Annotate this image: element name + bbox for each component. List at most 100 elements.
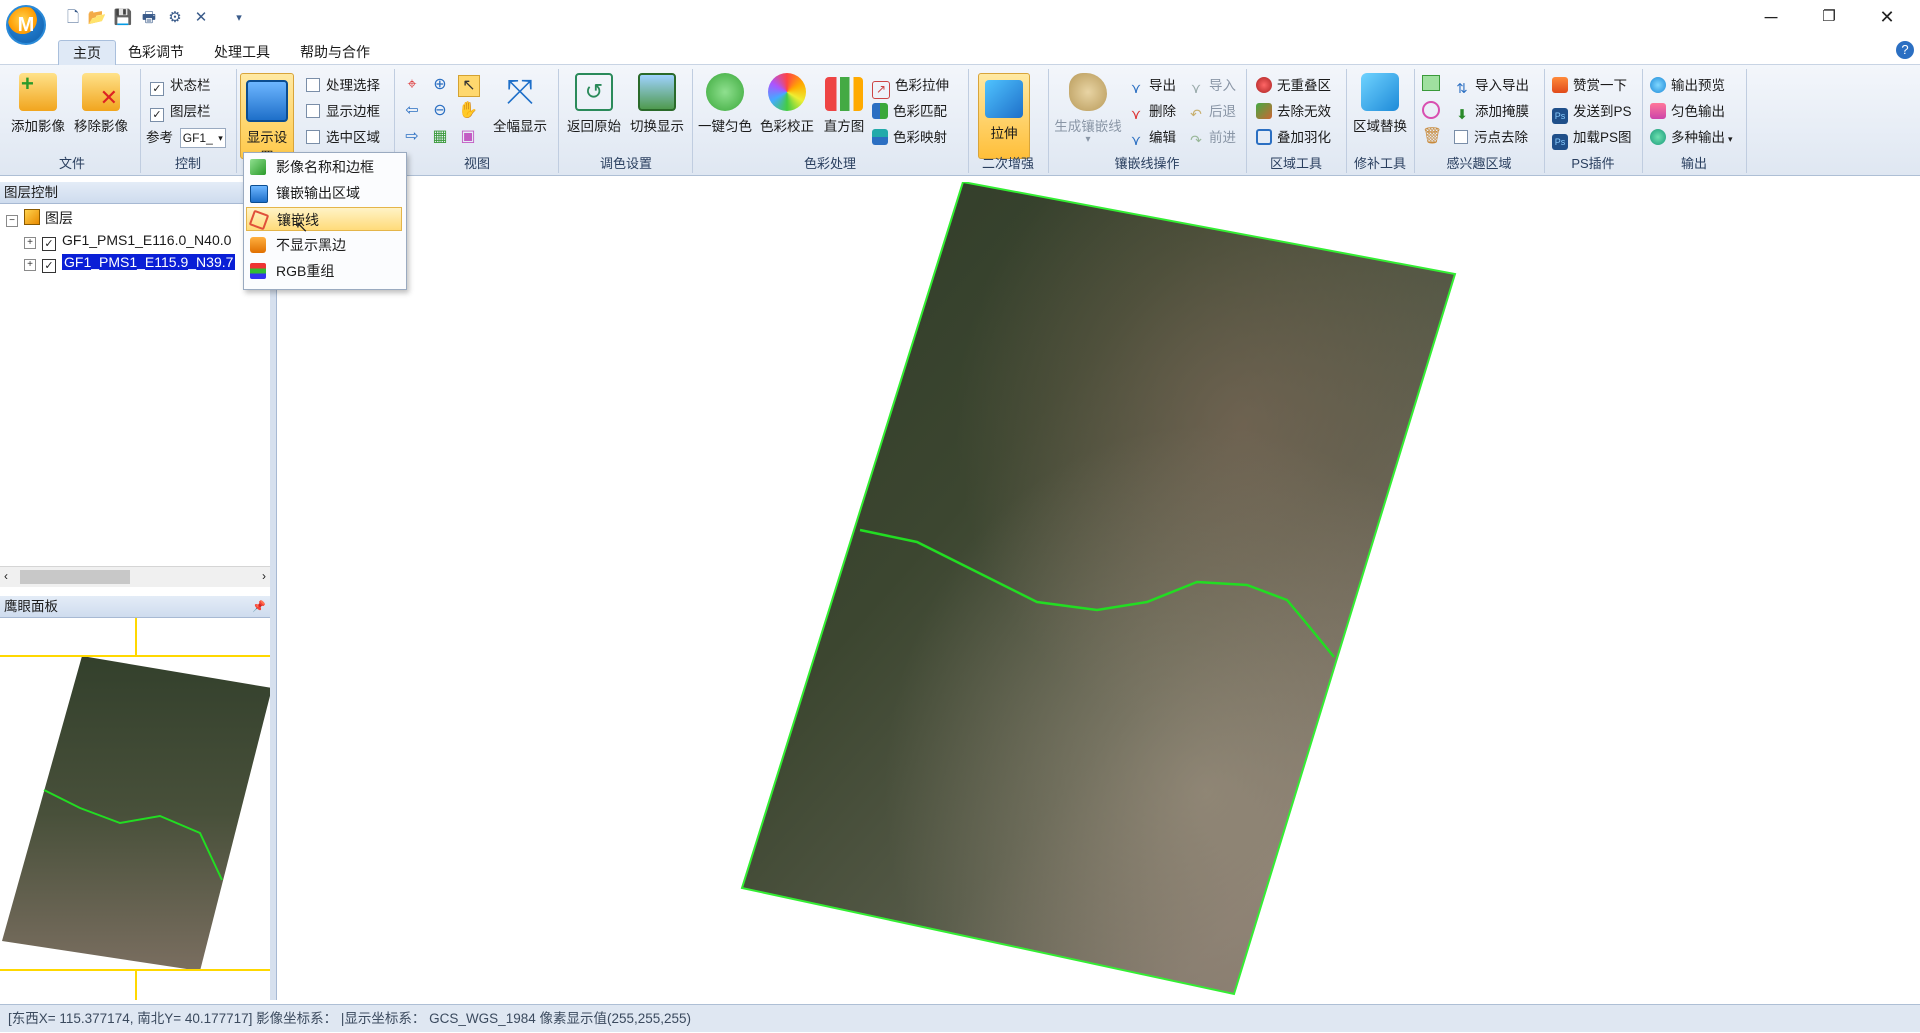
tab-home[interactable]: 主页 — [58, 40, 116, 65]
delete-seam-icon: ⋎ — [1130, 106, 1142, 122]
layer-item[interactable]: + ✓ GF1_PMS1_E116.0_N40.0 — [24, 230, 232, 251]
uniform-output-button[interactable]: 匀色输出 — [1650, 101, 1725, 123]
customize-toolbar-icon[interactable]: ▾ — [228, 7, 250, 29]
remove-stain-checkbox[interactable] — [1454, 130, 1468, 144]
roi-ellipse-icon[interactable] — [1422, 101, 1440, 119]
seamline-forward-button[interactable]: ↷ 前进 — [1188, 127, 1236, 149]
roi-import-export-button[interactable]: ⇅ 导入导出 — [1454, 75, 1529, 97]
full-display-button[interactable]: ⤧ 全幅显示 — [488, 73, 552, 135]
tab-processing-tools[interactable]: 处理工具 — [200, 40, 284, 64]
pan-hand-icon[interactable]: ✋ — [458, 101, 478, 121]
select-region-checkbox[interactable] — [306, 130, 320, 144]
layer-image-icon[interactable]: ▦ — [430, 127, 450, 147]
group-output: 输出预览 匀色输出 多种输出 ▾ 输出 — [1642, 69, 1747, 173]
scroll-right-icon[interactable]: › — [262, 569, 266, 583]
seamline-delete-button[interactable]: ⋎ 删除 — [1128, 101, 1176, 123]
process-select-checkbox[interactable] — [306, 78, 320, 92]
scrollbar-thumb[interactable] — [20, 570, 130, 584]
output-preview-button[interactable]: 输出预览 — [1650, 75, 1725, 97]
locate-icon[interactable]: ⌖ — [402, 75, 422, 95]
expand-icon[interactable]: + — [24, 259, 36, 271]
color-mapping-button[interactable]: 色彩映射 — [872, 127, 947, 149]
reference-dropdown[interactable]: GF1_ ▾ — [179, 128, 226, 149]
tab-help-cooperation[interactable]: 帮助与合作 — [286, 40, 384, 64]
seamline-edit-button[interactable]: ⋎ 编辑 — [1128, 127, 1176, 149]
zoom-out-icon[interactable]: ⊖ — [430, 101, 450, 121]
minimize-icon[interactable]: ─ — [1742, 0, 1800, 34]
color-correction-button[interactable]: 色彩校正 — [756, 73, 818, 135]
menu-item-hide-black-edge[interactable]: 不显示黑边 — [246, 233, 402, 257]
display-settings-button[interactable]: 显示设置 ▾ — [240, 73, 294, 176]
one-key-uniform-button[interactable]: 一键匀色 — [694, 73, 756, 135]
output-preview-label: 输出预览 — [1671, 78, 1725, 93]
expand-icon[interactable]: + — [24, 237, 36, 249]
menu-item-rgb-recombine[interactable]: RGB重组 — [246, 259, 402, 283]
region-replace-button[interactable]: 区域替换 — [1348, 73, 1412, 135]
histogram-button[interactable]: 直方图 — [818, 73, 870, 135]
layer-visibility-checkbox[interactable]: ✓ — [42, 237, 56, 251]
tab-color-adjust[interactable]: 色彩调节 — [114, 40, 198, 64]
roi-rectangle-icon[interactable] — [1422, 75, 1440, 91]
layerbar-toggle[interactable]: ✓ 图层栏 — [150, 101, 211, 123]
send-to-ps-button[interactable]: Ps 发送到PS — [1552, 101, 1632, 124]
layer-visibility-checkbox[interactable]: ✓ — [42, 259, 56, 273]
close-window-icon[interactable]: ✕ — [1858, 0, 1916, 34]
select-pointer-icon[interactable]: ↖ — [458, 75, 480, 97]
collapse-icon[interactable]: − — [6, 215, 18, 227]
multi-output-button[interactable]: 多种输出 ▾ — [1650, 127, 1733, 149]
horizontal-scrollbar[interactable]: ‹ › — [0, 566, 270, 587]
save-icon[interactable]: 💾 — [112, 7, 134, 29]
layer-item-selected[interactable]: + ✓ GF1_PMS1_E115.9_N39.7 — [24, 252, 236, 273]
remove-invalid-button[interactable]: 去除无效 — [1256, 101, 1331, 123]
process-select-toggle[interactable]: 处理选择 — [306, 75, 380, 97]
switch-display-button[interactable]: 切换显示 — [626, 73, 688, 135]
seamline-back-button[interactable]: ↶ 后退 — [1188, 101, 1236, 123]
app-logo[interactable]: M — [6, 5, 46, 45]
forward-arrow-icon[interactable]: ⇨ — [402, 127, 422, 147]
help-icon[interactable]: ? — [1896, 41, 1914, 59]
menu-item-mosaic-output-region[interactable]: 镶嵌输出区域 — [246, 181, 402, 205]
seamline-export-button[interactable]: ⋎ 导出 — [1128, 75, 1176, 97]
restore-icon[interactable]: ❐ — [1800, 0, 1858, 34]
pin-icon[interactable]: 📌 — [252, 596, 266, 618]
scroll-left-icon[interactable]: ‹ — [4, 569, 8, 583]
eagle-eye-panel[interactable] — [0, 618, 271, 1000]
select-region-toggle[interactable]: 选中区域 — [306, 127, 380, 149]
statusbar-checkbox[interactable]: ✓ — [150, 82, 164, 96]
menu-item-seamline[interactable]: 镶嵌线 ↖ — [246, 207, 402, 236]
back-arrow-icon[interactable]: ⇦ — [402, 101, 422, 121]
praise-button[interactable]: 赞赏一下 — [1552, 75, 1627, 97]
color-match-button[interactable]: 色彩匹配 — [872, 101, 947, 123]
roi-trash-icon[interactable]: 🗑 — [1422, 127, 1442, 147]
statusbar-toggle[interactable]: ✓ 状态栏 — [150, 75, 211, 97]
layer-name: GF1_PMS1_E116.0_N40.0 — [62, 232, 232, 248]
add-mask-button[interactable]: ⬇ 添加掩膜 — [1454, 101, 1529, 123]
zoom-in-icon[interactable]: ⊕ — [430, 75, 450, 95]
settings-gear-icon[interactable]: ⚙ — [164, 7, 186, 29]
picture-icon[interactable]: ▣ — [458, 127, 478, 147]
open-folder-icon[interactable]: 📂 — [86, 7, 108, 29]
remove-image-button[interactable]: ✕ 移除影像 — [70, 73, 132, 135]
close-doc-icon[interactable]: ✕ — [190, 7, 212, 29]
map-canvas[interactable] — [276, 182, 1920, 1000]
new-file-icon[interactable]: 🗋 — [62, 7, 84, 29]
print-icon[interactable]: 🖶 — [138, 7, 160, 29]
return-original-button[interactable]: ↺ 返回原始 — [564, 73, 624, 135]
add-image-button[interactable]: + 添加影像 — [8, 71, 68, 135]
show-border-toggle[interactable]: 显示边框 — [306, 101, 380, 123]
remove-stain-toggle[interactable]: 污点去除 — [1454, 127, 1528, 149]
no-overlap-button[interactable]: 无重叠区 — [1256, 75, 1331, 97]
histogram-label: 直方图 — [823, 119, 865, 134]
load-ps-button[interactable]: Ps 加载PS图 — [1552, 127, 1632, 150]
group-label-enhance: 二次增强 — [981, 156, 1034, 171]
color-stretch-button[interactable]: ↗ 色彩拉伸 — [872, 75, 949, 99]
seamline-import-button[interactable]: ⋎ 导入 — [1188, 75, 1236, 97]
menu-item-image-name-border[interactable]: 影像名称和边框 — [246, 155, 402, 179]
show-border-checkbox[interactable] — [306, 104, 320, 118]
layerbar-checkbox[interactable]: ✓ — [150, 108, 164, 122]
stretch-enhance-button[interactable]: 拉伸 — [978, 73, 1030, 159]
feather-button[interactable]: 叠加羽化 — [1256, 127, 1331, 149]
layer-tree-root[interactable]: − 图层 — [6, 208, 73, 228]
generate-seamline-button[interactable]: 生成镶嵌线 ▾ — [1052, 73, 1124, 145]
remove-invalid-icon — [1256, 103, 1272, 119]
